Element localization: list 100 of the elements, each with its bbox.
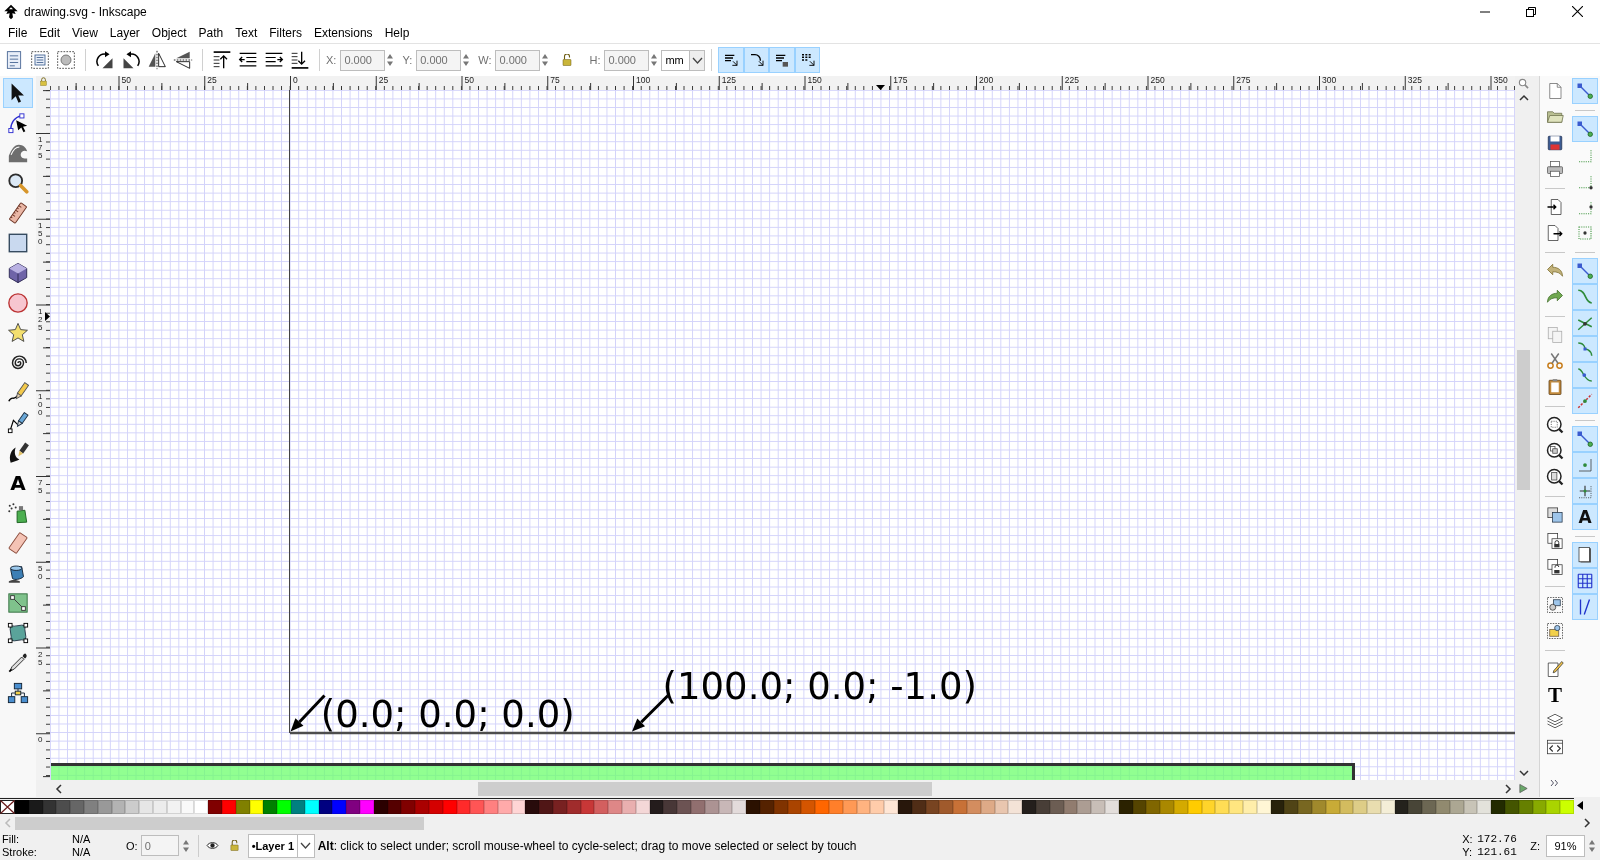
swatch-icon[interactable] (1408, 800, 1423, 814)
chevron-right-icon[interactable] (1582, 818, 1592, 828)
swatch-icon[interactable] (1146, 800, 1161, 814)
menu-item[interactable]: Text (229, 24, 264, 42)
swatch-icon[interactable] (1491, 800, 1506, 814)
snap-toggle-button[interactable] (1572, 310, 1598, 336)
snap-toggle-button[interactable] (1572, 452, 1598, 478)
swatch-icon[interactable] (401, 800, 416, 814)
drawing-canvas[interactable]: (0.0; 0.0; 0.0) (100.0; 0.0; -1.0) (50, 90, 1515, 780)
swatch-icon[interactable] (539, 800, 554, 814)
swatch-icon[interactable] (208, 800, 222, 814)
menu-item[interactable]: Extensions (307, 24, 379, 42)
scrollbar-thumb[interactable] (15, 816, 424, 830)
swatch-icon[interactable] (1215, 800, 1230, 814)
scrollbar-thumb[interactable] (478, 781, 932, 796)
snap-toggle-button[interactable] (1572, 594, 1598, 620)
menu-item[interactable]: File (2, 24, 34, 42)
swatch-icon[interactable] (1160, 800, 1174, 814)
swatch-icon[interactable] (346, 800, 360, 814)
zoom-field[interactable]: 91% (1546, 834, 1585, 857)
snap-toggle-button[interactable] (1572, 568, 1598, 594)
chevron-up-icon[interactable] (1518, 93, 1529, 103)
double-chevron-icon[interactable] (1549, 777, 1561, 789)
swatch-icon[interactable] (746, 800, 761, 814)
swatch-icon[interactable] (663, 800, 678, 814)
swatch-icon[interactable] (594, 800, 609, 814)
menu-item[interactable]: Object (145, 24, 193, 42)
palette-menu-icon[interactable] (1577, 801, 1583, 810)
swatch-icon[interactable] (691, 800, 705, 814)
swatch-icon[interactable] (1284, 800, 1299, 814)
menu-item[interactable]: View (66, 24, 104, 42)
swatch-icon[interactable] (1477, 800, 1492, 814)
swatch-icon[interactable] (194, 800, 209, 814)
menu-item[interactable]: Layer (103, 24, 146, 42)
snap-toggle-button[interactable] (1572, 78, 1598, 104)
scrollbar-thumb[interactable] (1517, 350, 1530, 490)
snap-toggle-button[interactable]: A (1572, 504, 1598, 530)
unit-dropdown[interactable]: mm (661, 49, 706, 71)
no-paint-swatch-icon[interactable] (0, 800, 15, 814)
swatch-icon[interactable] (1008, 800, 1023, 814)
swatch-icon[interactable] (1560, 800, 1575, 814)
swatch-icon[interactable] (70, 800, 84, 814)
swatch-icon[interactable] (1436, 800, 1450, 814)
tool-button[interactable] (3, 78, 33, 108)
chevron-left-icon[interactable] (54, 783, 64, 794)
swatch-icon[interactable] (732, 800, 747, 814)
swatch-icon[interactable] (1022, 800, 1036, 814)
snap-toggle-button[interactable] (1572, 284, 1598, 310)
swatch-icon[interactable] (1546, 800, 1561, 814)
layer-dropdown[interactable]: •Layer 1 (247, 833, 315, 858)
text-font-button[interactable]: T (1542, 682, 1568, 708)
swatch-icon[interactable] (939, 800, 954, 814)
swatch-icon[interactable] (1505, 800, 1519, 814)
swatch-icon[interactable] (1367, 800, 1381, 814)
snap-toggle-button[interactable] (1572, 426, 1598, 452)
swatch-icon[interactable] (898, 800, 912, 814)
menu-item[interactable]: Help (378, 24, 416, 42)
swatch-icon[interactable] (553, 800, 567, 814)
swatch-icon[interactable] (829, 800, 843, 814)
swatch-icon[interactable] (1298, 800, 1312, 814)
swatch-icon[interactable] (801, 800, 816, 814)
swatch-icon[interactable] (622, 800, 636, 814)
swatch-icon[interactable] (484, 800, 498, 814)
triangle-icon[interactable] (1518, 783, 1529, 794)
toggle-button[interactable] (718, 47, 744, 73)
snap-toggle-button[interactable] (1572, 388, 1598, 414)
toggle-button[interactable] (794, 47, 821, 73)
swatch-icon[interactable] (1091, 800, 1105, 814)
swatch-icon[interactable] (332, 800, 347, 814)
swatch-icon[interactable] (1422, 800, 1437, 814)
tool-button[interactable]: A (3, 468, 33, 498)
swatch-icon[interactable] (1353, 800, 1368, 814)
swatch-icon[interactable] (953, 800, 967, 814)
snap-toggle-button[interactable] (1572, 116, 1598, 142)
menu-item[interactable]: Filters (263, 24, 308, 42)
swatch-icon[interactable] (1229, 800, 1243, 814)
snap-toggle-button[interactable] (1572, 478, 1598, 504)
swatch-icon[interactable] (470, 800, 485, 814)
swatch-icon[interactable] (139, 800, 153, 814)
swatch-icon[interactable] (870, 800, 885, 814)
toggle-button[interactable] (769, 47, 795, 73)
magnifier-icon[interactable] (1518, 77, 1529, 89)
swatch-icon[interactable] (277, 800, 291, 814)
snap-toggle-button[interactable] (1572, 542, 1598, 568)
snap-toggle-button[interactable] (1572, 336, 1598, 362)
toggle-button[interactable] (743, 47, 770, 73)
swatch-icon[interactable] (608, 800, 623, 814)
swatch-icon[interactable] (125, 800, 140, 814)
swatch-icon[interactable] (760, 800, 774, 814)
swatch-icon[interactable] (815, 800, 829, 814)
swatch-icon[interactable] (884, 800, 898, 814)
snap-toggle-button[interactable] (1572, 362, 1598, 388)
swatch-icon[interactable] (15, 800, 29, 814)
swatch-icon[interactable] (415, 800, 429, 814)
swatch-icon[interactable] (56, 800, 71, 814)
menu-item[interactable]: Edit (33, 24, 67, 42)
chevron-right-icon[interactable] (1503, 783, 1513, 794)
swatch-icon[interactable] (525, 800, 540, 814)
chevron-down-icon[interactable] (1518, 768, 1529, 778)
menu-item[interactable]: Path (192, 24, 230, 42)
